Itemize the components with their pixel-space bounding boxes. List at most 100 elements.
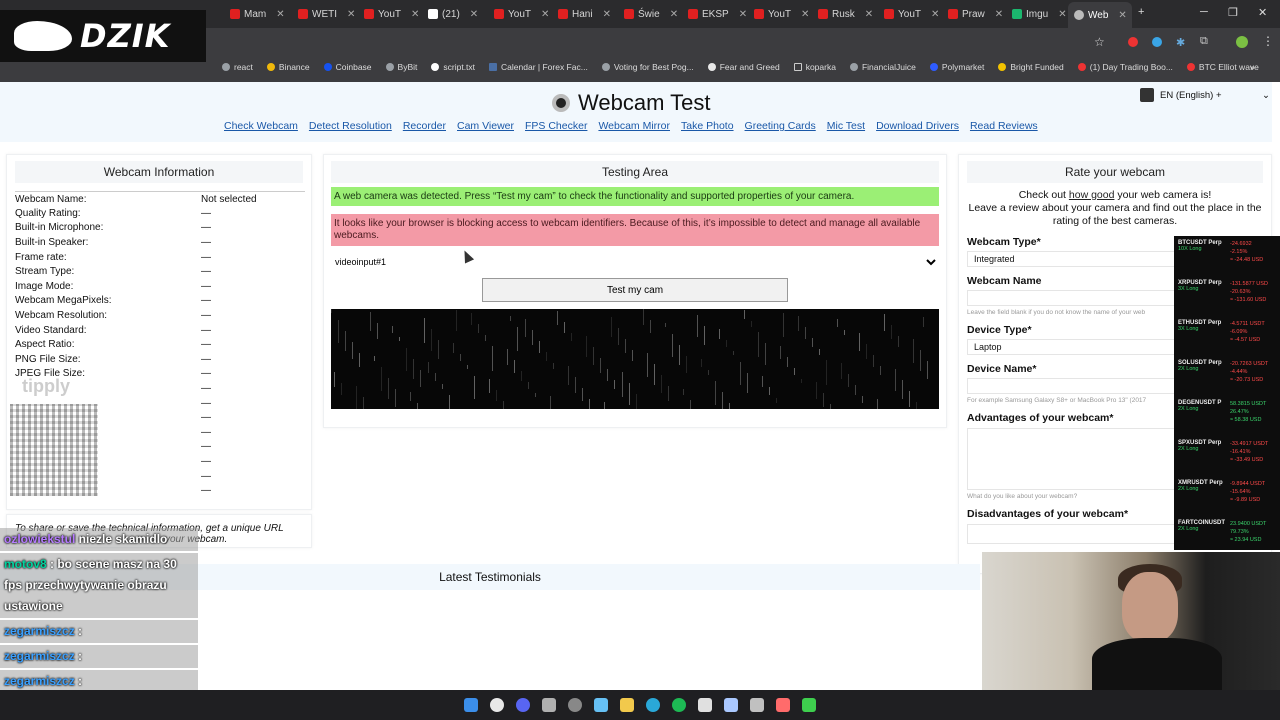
avatar[interactable] — [1236, 36, 1248, 48]
nav-detect-resolution[interactable]: Detect Resolution — [309, 120, 392, 132]
steam-icon[interactable] — [594, 698, 608, 712]
noise-line — [377, 323, 378, 339]
language-value[interactable]: EN (English) + — [1160, 90, 1256, 101]
disadvantages-textarea[interactable] — [967, 524, 1177, 544]
browser-tab[interactable]: Imgu ✕ — [1006, 4, 1067, 24]
close-tab-icon[interactable]: ✕ — [603, 9, 611, 20]
menu-icon[interactable]: ⋮ — [1262, 34, 1274, 48]
bookmark[interactable]: Coinbase — [323, 62, 372, 72]
browser-tab[interactable]: YouT ✕ — [748, 4, 809, 24]
close-tab-icon[interactable]: ✕ — [670, 9, 678, 20]
nav-recorder[interactable]: Recorder — [403, 120, 446, 132]
bookmark[interactable]: Calendar | Forex Fac... — [489, 62, 588, 72]
app-icon[interactable] — [802, 698, 816, 712]
maximize-icon[interactable]: ❐ — [1228, 6, 1238, 19]
app-icon[interactable] — [542, 698, 556, 712]
close-tab-icon[interactable]: ✕ — [347, 9, 355, 20]
settings-icon[interactable] — [568, 698, 582, 712]
close-tab-icon[interactable]: ✕ — [411, 9, 419, 20]
browser-tab[interactable]: Hani ✕ — [552, 4, 611, 24]
chevron-down-icon[interactable]: ⌄ — [1262, 90, 1270, 101]
noise-line — [331, 309, 332, 313]
nav-fps-checker[interactable]: FPS Checker — [525, 120, 587, 132]
bookmark[interactable]: BTC Elliot wave — [1186, 62, 1259, 72]
bookmark[interactable]: (1) Day Trading Boo... — [1077, 62, 1173, 72]
bookmark[interactable]: Voting for Best Pog... — [601, 62, 694, 72]
new-tab-button[interactable]: + — [1138, 6, 1144, 18]
close-tab-icon[interactable]: ✕ — [541, 9, 549, 20]
nav-webcam-mirror[interactable]: Webcam Mirror — [598, 120, 670, 132]
windows-start-icon[interactable] — [464, 698, 478, 712]
noise-line — [625, 339, 626, 353]
device-select[interactable]: videoinput#1 — [331, 254, 939, 270]
browser-tab[interactable]: Rusk ✕ — [812, 4, 873, 24]
star-icon[interactable]: ☆ — [1094, 35, 1105, 49]
nav-mic-test[interactable]: Mic Test — [827, 120, 865, 132]
bookmark[interactable]: Bright Funded — [998, 62, 1064, 72]
bookmark[interactable]: ByBit — [385, 62, 417, 72]
browser-tab[interactable]: YouT ✕ — [358, 4, 419, 24]
nav-download-drivers[interactable]: Download Drivers — [876, 120, 959, 132]
app-icon[interactable] — [698, 698, 712, 712]
spotify-icon[interactable] — [672, 698, 686, 712]
discord-icon[interactable] — [516, 698, 530, 712]
browser-tab[interactable]: Mam ✕ — [224, 4, 285, 24]
close-tab-icon[interactable]: ✕ — [931, 9, 939, 20]
noise-line — [801, 379, 802, 383]
notepad-icon[interactable] — [724, 698, 738, 712]
bookmark[interactable]: koparka — [793, 62, 836, 72]
how-good-link[interactable]: how good — [1069, 189, 1115, 201]
close-tab-icon[interactable]: ✕ — [1118, 10, 1126, 21]
close-tab-icon[interactable]: ✕ — [739, 9, 747, 20]
bookmark[interactable]: FinancialJuice — [849, 62, 916, 72]
browser-tab[interactable]: (21) ✕ — [422, 4, 478, 24]
bookmark[interactable]: react — [222, 62, 253, 72]
webcam-type-select[interactable]: Integrated — [967, 251, 1177, 267]
browser-tab[interactable]: YouT ✕ — [878, 4, 939, 24]
close-tab-icon[interactable]: ✕ — [276, 9, 284, 20]
extension-icon[interactable] — [1152, 37, 1162, 47]
close-tab-icon[interactable]: ✕ — [995, 9, 1003, 20]
browser-tab[interactable]: Praw ✕ — [942, 4, 1003, 24]
more-bookmarks-button[interactable]: » — [1250, 62, 1255, 72]
browser-tab[interactable]: WETI ✕ — [292, 4, 355, 24]
language-selector[interactable]: EN (English) + ⌄ — [1140, 88, 1270, 102]
nav-cam-viewer[interactable]: Cam Viewer — [457, 120, 514, 132]
info-row: Webcam Resolution: — — [15, 308, 305, 323]
browser-tab[interactable]: YouT ✕ — [488, 4, 549, 24]
app-icon[interactable] — [776, 698, 790, 712]
translate-icon[interactable]: ✱ — [1176, 36, 1185, 49]
close-tab-icon[interactable]: ✕ — [470, 9, 478, 20]
nav-check-webcam[interactable]: Check Webcam — [224, 120, 298, 132]
advantages-textarea[interactable] — [967, 428, 1177, 490]
browser-tab[interactable]: EKSP ✕ — [682, 4, 747, 24]
folder-icon[interactable] — [620, 698, 634, 712]
extension-icon[interactable] — [1128, 37, 1138, 47]
noise-line — [726, 340, 727, 347]
close-tab-icon[interactable]: ✕ — [1058, 9, 1066, 20]
bookmark[interactable]: Fear and Greed — [707, 62, 780, 72]
bookmark[interactable]: script.txt — [431, 62, 475, 72]
youtube-icon — [494, 9, 504, 19]
noise-line — [517, 327, 518, 351]
device-name-input[interactable] — [967, 378, 1177, 394]
browser-tab[interactable]: Świe ✕ — [618, 4, 678, 24]
close-tab-icon[interactable]: ✕ — [801, 9, 809, 20]
puzzle-icon[interactable]: ⧉ — [1200, 35, 1208, 48]
folder-icon — [793, 63, 802, 71]
bookmark[interactable]: Binance — [266, 62, 310, 72]
device-type-select[interactable]: Laptop — [967, 339, 1177, 355]
chrome-icon[interactable] — [490, 698, 504, 712]
close-tab-icon[interactable]: ✕ — [865, 9, 873, 20]
nav-greeting-cards[interactable]: Greeting Cards — [745, 120, 816, 132]
close-window-icon[interactable]: ✕ — [1258, 6, 1267, 19]
nav-read-reviews[interactable]: Read Reviews — [970, 120, 1038, 132]
webcam-name-input[interactable] — [967, 290, 1177, 306]
test-my-cam-button[interactable]: Test my cam — [482, 278, 788, 302]
browser-tab-active[interactable]: Web ✕ — [1068, 2, 1132, 28]
bookmark[interactable]: Polymarket — [929, 62, 984, 72]
app-icon[interactable] — [750, 698, 764, 712]
nav-take-photo[interactable]: Take Photo — [681, 120, 734, 132]
minimize-icon[interactable]: ─ — [1200, 6, 1208, 18]
app-icon[interactable] — [646, 698, 660, 712]
